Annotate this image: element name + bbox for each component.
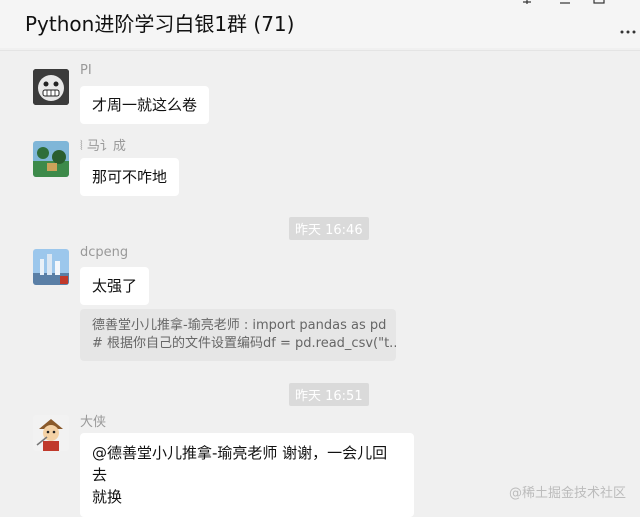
avatar[interactable] [33,415,69,451]
message-text-line: @德善堂小儿推拿-瑜亮老师 谢谢，一会儿回去 [92,444,388,484]
pin-icon[interactable] [520,0,534,10]
chat-messages[interactable]: PI 才周一就这么卷 ⦚ 马讠成 那可不咋地 昨天 16:46 dcpeng 太… [0,51,640,517]
message-bubble[interactable]: 太强了 [80,267,150,305]
quoted-message[interactable]: 德善堂小儿推拿-瑜亮老师 : import pandas as pd # 根据你… [80,309,396,361]
more-icon[interactable] [620,20,636,39]
timestamp: 昨天 16:51 [289,383,369,406]
sender-name[interactable]: ⦚ 马讠成 [80,135,126,154]
avatar[interactable] [33,249,69,285]
sender-name[interactable]: dcpeng [80,245,128,260]
timestamp: 昨天 16:46 [289,217,369,240]
avatar[interactable] [33,141,69,177]
watermark: @稀土掘金技术社区 [508,486,626,501]
quote-line: 德善堂小儿推拿-瑜亮老师 : import pandas as pd [92,318,387,333]
sender-name[interactable]: PI [80,63,92,78]
avatar[interactable] [33,69,69,105]
message-bubble[interactable]: @德善堂小儿推拿-瑜亮老师 谢谢，一会儿回去 就换 [80,433,414,517]
message-text-line: 就换 [92,488,123,506]
maximize-icon[interactable] [592,0,606,10]
message-bubble[interactable]: 那可不咋地 [80,158,180,196]
chat-title: Python进阶学习白银1群 (71) [25,12,295,36]
sender-name[interactable]: 大侠 [80,411,106,430]
minimize-icon[interactable] [558,0,572,10]
title-bar: Python进阶学习白银1群 (71) [0,0,640,48]
message-bubble[interactable]: 才周一就这么卷 [80,86,210,124]
quote-line: # 根据你自己的文件设置编码df = pd.read_csv("t... [92,336,396,351]
